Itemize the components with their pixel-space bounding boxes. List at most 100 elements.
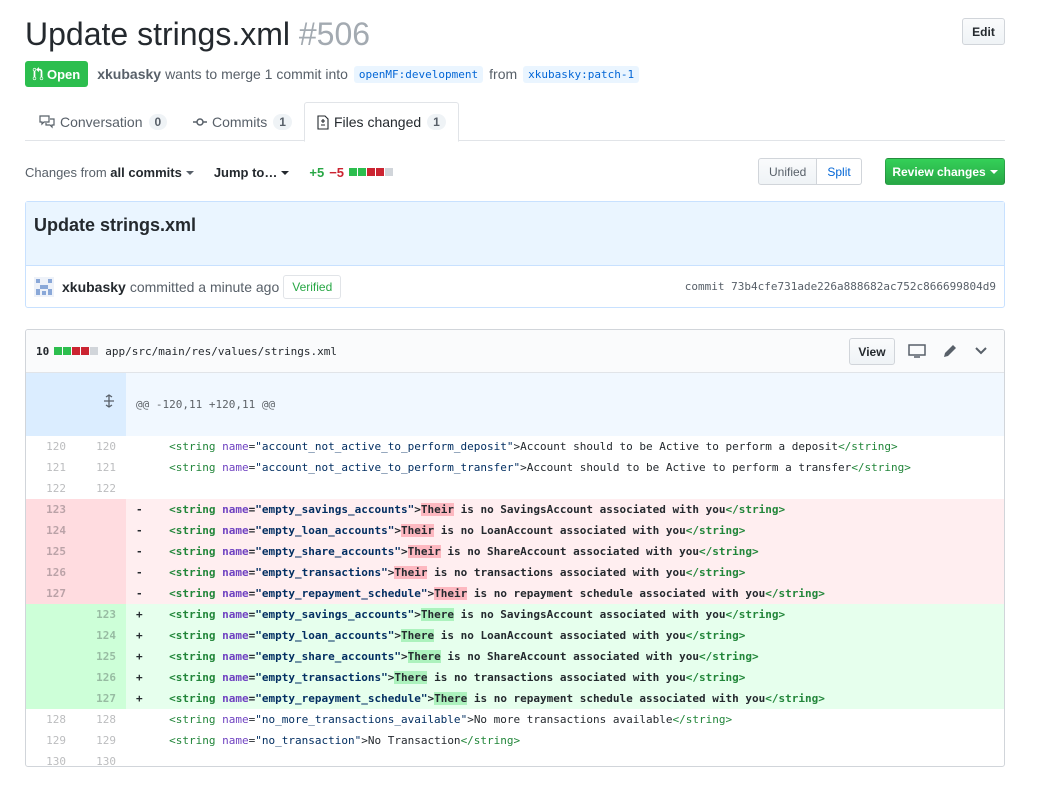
diff-line-row: 124 - <string name="empty_loan_accounts">… [26,520,1004,541]
file-path[interactable]: app/src/main/res/values/strings.xml [105,345,337,358]
string-name: empty_transactions [261,671,382,684]
commit-author-link[interactable]: xkubasky [62,279,126,295]
diff-line-row: 123 + <string name="empty_savings_account… [26,604,1004,625]
old-line-number[interactable] [26,604,76,625]
expand-up-button[interactable] [26,373,127,436]
diff-sign: + [136,608,143,621]
new-line-number[interactable] [76,499,127,520]
diff-sign [136,440,143,453]
string-value: No Transaction [367,734,461,747]
new-line-number[interactable]: 127 [76,688,127,709]
pr-tabs: Conversation 0 Commits 1 Files changed 1 [25,102,1005,142]
string-value: is no transactions associated with you [427,566,686,579]
unified-button[interactable]: Unified [758,158,818,185]
string-value: is no transactions associated with you [427,671,686,684]
base-branch[interactable]: openMF:development [353,65,484,83]
file-diffstat-blocks [54,347,99,355]
changes-from-menu[interactable]: Changes from all commits [25,165,194,180]
old-line-number[interactable]: 126 [26,562,76,583]
avatar[interactable] [34,276,54,297]
new-line-number[interactable]: 130 [76,751,126,766]
diff-line-row: 129 129 <string name="no_transaction">No … [26,730,1004,751]
pr-meta: Open xkubasky wants to merge 1 commit in… [25,61,645,87]
diff-view-toggle: Unified Split [758,158,862,185]
tab-conversation-label: Conversation [60,113,143,130]
tab-commits[interactable]: Commits 1 [193,102,292,141]
tab-commits-label: Commits [212,113,268,130]
git-pull-request-icon [32,67,44,81]
old-line-number[interactable]: 125 [26,541,76,562]
jump-to-menu[interactable]: Jump to… [214,165,290,180]
string-name: empty_share_accounts [261,545,395,558]
edit-button[interactable]: Edit [962,18,1005,45]
old-line-number[interactable]: 124 [26,520,76,541]
diff-line-row: 121 121 <string name="account_not_active_… [26,457,1004,478]
pencil-icon[interactable] [943,344,957,358]
view-file-button[interactable]: View [849,338,895,365]
changed-word: There [400,629,435,642]
diffstat-blocks [349,168,394,176]
verified-badge[interactable]: Verified [283,274,342,299]
diff-sign: - [136,503,143,516]
old-line-number[interactable]: 120 [26,436,76,457]
new-line-number[interactable]: 124 [76,625,127,646]
head-branch[interactable]: xkubasky:patch-1 [523,65,640,83]
string-value: is no LoanAccount associated with you [434,629,686,642]
new-line-number[interactable] [76,562,127,583]
old-line-number[interactable] [26,646,76,667]
new-line-number[interactable]: 128 [76,709,126,730]
chevron-down-icon [185,171,194,176]
string-name: empty_loan_accounts [261,629,388,642]
new-line-number[interactable]: 120 [76,436,126,457]
tab-files-changed[interactable]: Files changed 1 [304,102,459,142]
code-line: - <string name="empty_savings_accounts">… [126,499,1004,520]
pr-number: #506 [298,16,371,52]
old-line-number[interactable] [26,667,76,688]
desktop-icon[interactable] [908,344,926,358]
new-line-number[interactable]: 123 [76,604,127,625]
old-line-number[interactable] [26,625,76,646]
old-line-number[interactable]: 121 [26,457,76,478]
all-commits-label: all commits [110,164,182,180]
changed-word: Their [420,503,454,516]
new-line-number[interactable]: 121 [76,457,126,478]
code-line: - <string name="empty_loan_accounts">The… [126,520,1004,541]
new-line-number[interactable]: 125 [76,646,127,667]
old-line-number[interactable]: 129 [26,730,76,751]
new-line-number[interactable]: 126 [76,667,127,688]
new-line-number[interactable] [76,520,127,541]
changed-word: There [434,692,468,705]
old-line-number[interactable]: 130 [26,751,76,766]
commit-time: committed a minute ago [129,278,280,295]
diffstat-add-block [54,347,63,355]
old-line-number[interactable]: 122 [26,478,76,499]
old-line-number[interactable] [26,688,76,709]
review-changes-label: Review changes [892,164,986,179]
old-line-number[interactable]: 123 [26,499,76,520]
string-name: no_more_transactions_available [261,713,461,726]
new-line-number[interactable] [76,583,127,604]
new-line-number[interactable]: 122 [76,478,126,499]
diff-line-row: 125 + <string name="empty_share_accounts"… [26,646,1004,667]
string-name: no_transaction [261,734,355,747]
string-name: empty_savings_accounts [261,608,408,621]
pr-author-link[interactable]: xkubasky [97,66,161,82]
string-value: No more transactions available [473,713,673,726]
pr-title: Update strings.xml [25,16,290,52]
commit-sha[interactable]: commit 73b4cfe731ade226a888682ac752c8666… [685,266,996,307]
diff-sign [136,734,143,747]
new-line-number[interactable] [76,541,127,562]
chevron-down-icon[interactable] [974,344,988,358]
old-line-number[interactable]: 127 [26,583,76,604]
diff-sign: + [136,629,143,642]
split-button[interactable]: Split [817,158,862,185]
tab-conversation[interactable]: Conversation 0 [39,102,168,141]
old-line-number[interactable]: 128 [26,709,76,730]
diff-line-row: 122 122 [26,478,1004,499]
string-value: is no LoanAccount associated with you [434,524,686,537]
new-line-number[interactable]: 129 [76,730,126,751]
review-changes-button[interactable]: Review changes [885,158,1005,185]
diff-sign: - [136,566,143,579]
changed-word: There [394,671,428,684]
string-value: is no repayment schedule associated with… [467,692,766,705]
